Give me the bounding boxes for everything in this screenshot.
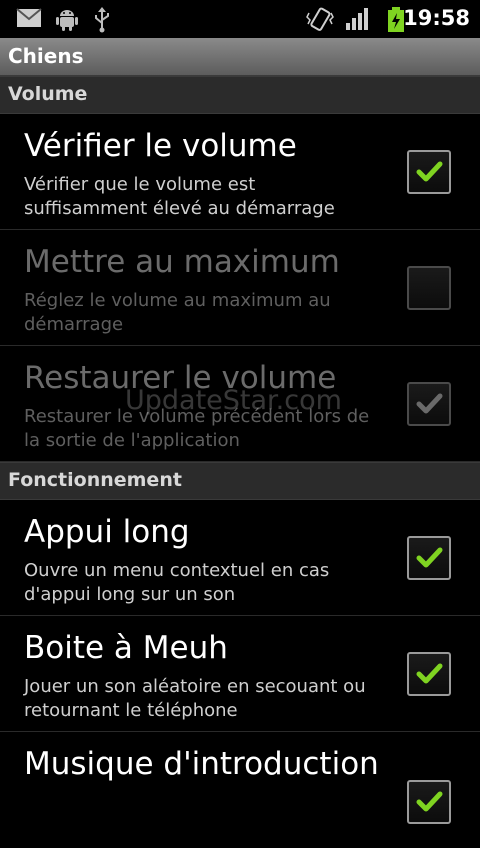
gmail-icon [16,7,42,33]
check-icon [416,393,443,414]
signal-icon [346,7,372,35]
usb-icon [93,7,111,37]
category-label: Volume [8,83,88,105]
category-label: Fonctionnement [8,469,182,491]
pref-title: Mettre au maximum [24,244,340,280]
watermark: UpdateStar.com [125,385,342,416]
checkbox-checked-disabled [407,382,451,426]
pref-musique-introduction[interactable]: Musique d'introduction [0,732,480,848]
category-volume: Volume [0,76,480,114]
vibrate-icon [306,7,334,35]
pref-verifier-volume[interactable]: Vérifier le volume Vérifier que le volum… [0,114,480,230]
checkbox-checked[interactable] [407,536,451,580]
pref-title: Musique d'introduction [24,746,379,782]
status-bar: 19:58 [0,0,480,38]
pref-mettre-au-maximum: Mettre au maximum Réglez le volume au ma… [0,230,480,346]
pref-summary: Jouer un son aléatoire en secouant ou re… [24,676,366,721]
title-bar: Chiens [0,38,480,76]
pref-summary: Vérifier que le volume est suffisamment … [24,174,335,219]
android-debug-icon [56,7,78,35]
category-fonctionnement: Fonctionnement [0,462,480,500]
pref-boite-a-meuh[interactable]: Boite à Meuh Jouer un son aléatoire en s… [0,616,480,732]
check-icon [416,161,443,182]
checkbox-checked[interactable] [407,150,451,194]
check-icon [416,547,443,568]
pref-appui-long[interactable]: Appui long Ouvre un menu contextuel en c… [0,500,480,616]
pref-summary: Ouvre un menu contextuel en cas d'appui … [24,560,330,605]
checkbox-checked[interactable] [407,652,451,696]
check-icon [416,663,443,684]
check-icon [416,791,443,812]
checkbox-checked[interactable] [407,780,451,824]
pref-title: Appui long [24,514,190,550]
clock-time: 19:58 [403,6,470,30]
page-title: Chiens [8,44,84,68]
pref-title: Boite à Meuh [24,630,228,666]
pref-title: Vérifier le volume [24,128,297,164]
checkbox-unchecked [407,266,451,310]
pref-summary: Réglez le volume au maximum au démarrage [24,290,331,335]
